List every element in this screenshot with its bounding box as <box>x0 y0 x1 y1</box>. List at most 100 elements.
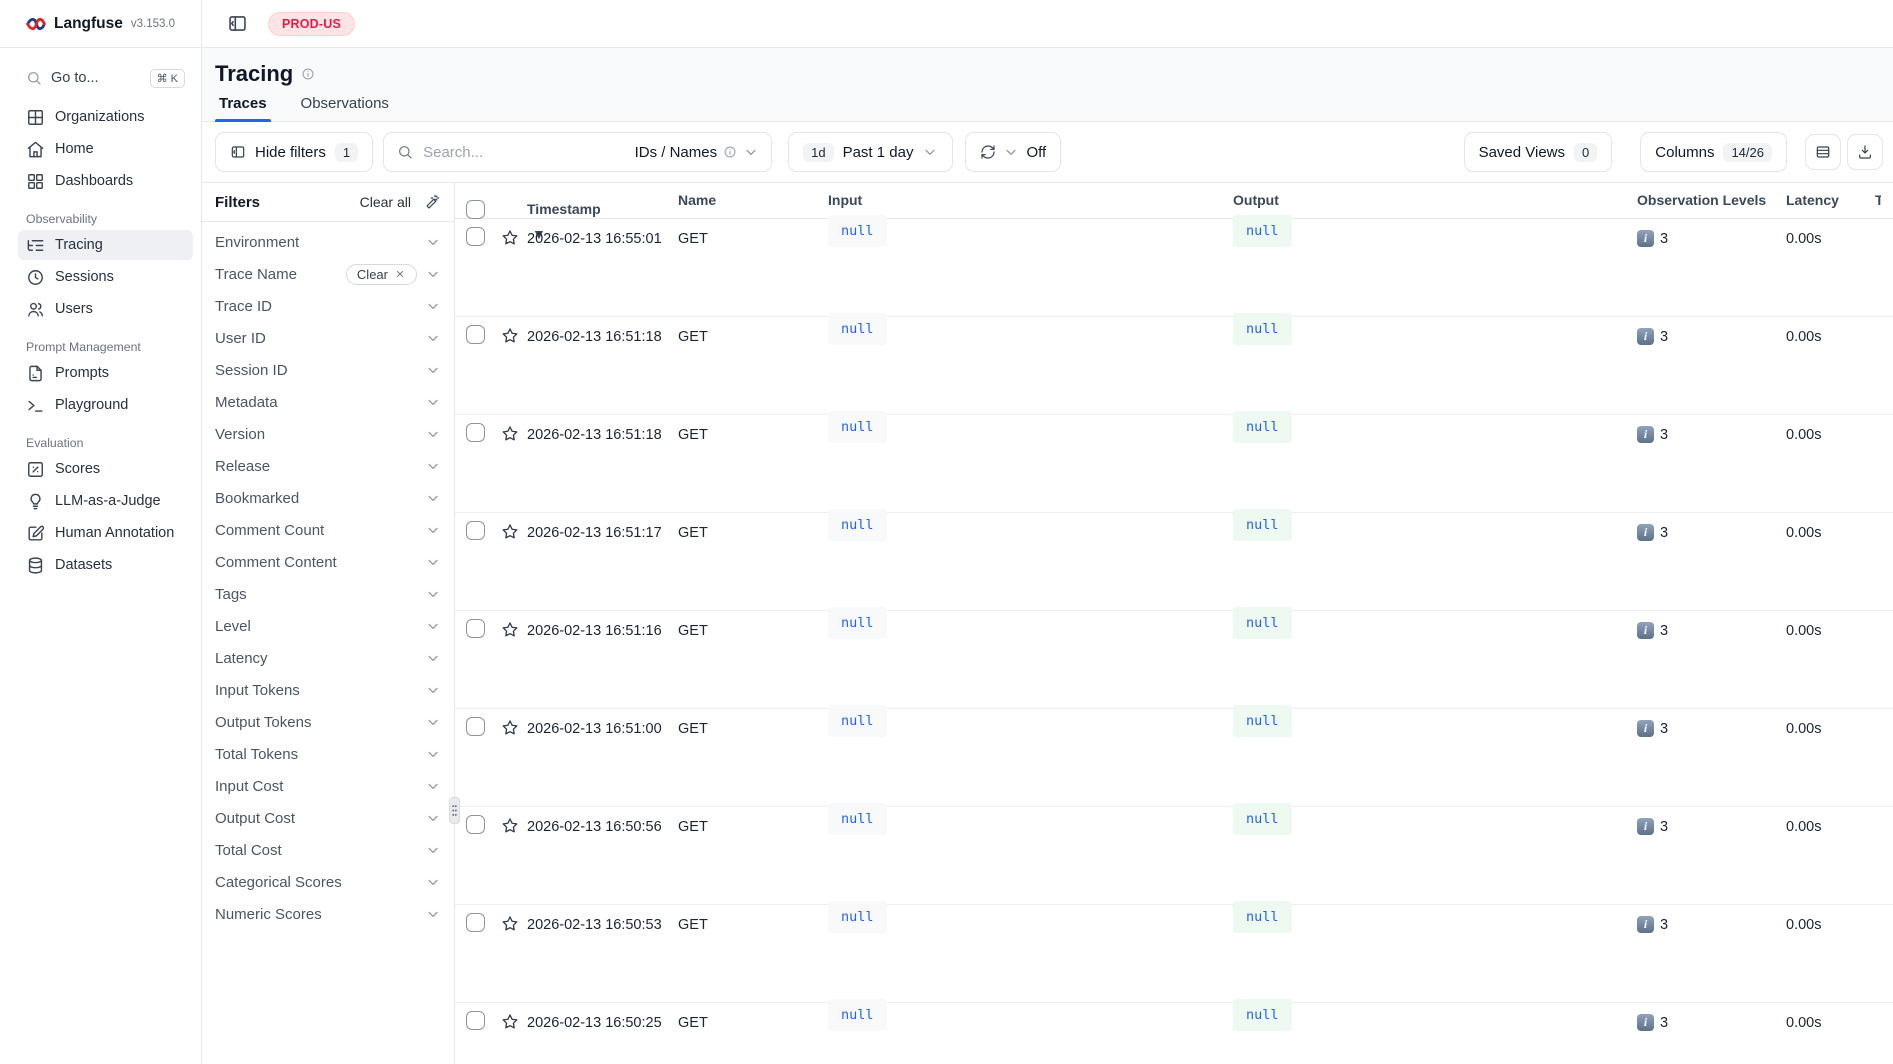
output-cell[interactable]: null <box>1233 513 1637 611</box>
column-header-output[interactable]: Output <box>1233 183 1637 208</box>
filter-row-environment[interactable]: Environment <box>202 226 454 258</box>
input-cell[interactable]: null <box>828 317 1233 415</box>
filter-row-output-tokens[interactable]: Output Tokens <box>202 706 454 738</box>
input-cell[interactable]: null <box>828 709 1233 807</box>
filter-row-tags[interactable]: Tags <box>202 578 454 610</box>
row-checkbox[interactable] <box>466 227 485 246</box>
column-header-observation-levels[interactable]: Observation Levels <box>1637 183 1786 208</box>
output-cell[interactable]: null <box>1233 415 1637 513</box>
row-checkbox[interactable] <box>466 521 485 540</box>
column-header-input[interactable]: Input <box>828 183 1233 208</box>
filter-row-trace-id[interactable]: Trace ID <box>202 290 454 322</box>
row-checkbox[interactable] <box>466 717 485 736</box>
select-all-checkbox[interactable] <box>466 200 485 219</box>
sidebar-item-dashboards[interactable]: Dashboards <box>18 166 193 196</box>
input-cell[interactable]: null <box>828 1003 1233 1064</box>
auto-refresh-button[interactable]: Off <box>965 132 1061 172</box>
table-row[interactable]: 2026-02-13 16:50:53 GET null null i 3 0.… <box>455 905 1893 1003</box>
wand-icon[interactable] <box>425 194 441 210</box>
filter-row-user-id[interactable]: User ID <box>202 322 454 354</box>
input-cell[interactable]: null <box>828 415 1233 513</box>
sidebar-item-sessions[interactable]: Sessions <box>18 262 193 292</box>
row-checkbox[interactable] <box>466 815 485 834</box>
sidebar-item-prompts[interactable]: Prompts <box>18 358 193 388</box>
filter-row-input-cost[interactable]: Input Cost <box>202 770 454 802</box>
sidebar-item-home[interactable]: Home <box>18 134 193 164</box>
sidebar-toggle-button[interactable] <box>222 9 252 39</box>
environment-badge[interactable]: PROD-US <box>268 12 355 36</box>
bookmark-star-icon[interactable] <box>500 620 520 640</box>
filter-row-trace-name[interactable]: Trace Name Clear <box>202 258 454 290</box>
output-cell[interactable]: null <box>1233 807 1637 905</box>
filter-row-input-tokens[interactable]: Input Tokens <box>202 674 454 706</box>
filter-row-categorical-scores[interactable]: Categorical Scores <box>202 866 454 898</box>
output-cell[interactable]: null <box>1233 709 1637 807</box>
search-box[interactable]: IDs / Names <box>383 132 772 172</box>
row-height-button[interactable] <box>1805 134 1841 170</box>
sidebar-item-human-annotation[interactable]: Human Annotation <box>18 518 193 548</box>
row-checkbox[interactable] <box>466 325 485 344</box>
filter-row-level[interactable]: Level <box>202 610 454 642</box>
bookmark-star-icon[interactable] <box>500 424 520 444</box>
table-row[interactable]: 2026-02-13 16:51:18 GET null null i 3 0.… <box>455 415 1893 513</box>
filter-row-metadata[interactable]: Metadata <box>202 386 454 418</box>
search-input[interactable] <box>423 144 624 161</box>
bookmark-star-icon[interactable] <box>500 718 520 738</box>
search-scope-selector[interactable]: IDs / Names <box>635 144 760 161</box>
row-checkbox[interactable] <box>466 913 485 932</box>
filter-row-session-id[interactable]: Session ID <box>202 354 454 386</box>
time-range-button[interactable]: 1d Past 1 day <box>788 132 953 172</box>
bookmark-star-icon[interactable] <box>500 816 520 836</box>
bookmark-star-icon[interactable] <box>500 1012 520 1032</box>
sidebar-item-llm-as-a-judge[interactable]: LLM-as-a-Judge <box>18 486 193 516</box>
export-button[interactable] <box>1847 134 1883 170</box>
sidebar-item-playground[interactable]: Playground <box>18 390 193 420</box>
sidebar-item-tracing[interactable]: Tracing <box>18 230 193 260</box>
row-checkbox[interactable] <box>466 1011 485 1030</box>
input-cell[interactable]: null <box>828 219 1233 317</box>
sidebar-item-users[interactable]: Users <box>18 294 193 324</box>
brand[interactable]: Langfuse v3.153.0 <box>0 0 201 48</box>
hide-filters-button[interactable]: Hide filters 1 <box>215 132 373 172</box>
input-cell[interactable]: null <box>828 611 1233 709</box>
filter-row-comment-count[interactable]: Comment Count <box>202 514 454 546</box>
output-cell[interactable]: null <box>1233 317 1637 415</box>
table-row[interactable]: 2026-02-13 16:51:18 GET null null i 3 0.… <box>455 317 1893 415</box>
table-row[interactable]: 2026-02-13 16:50:56 GET null null i 3 0.… <box>455 807 1893 905</box>
column-header-name[interactable]: Name <box>678 183 828 208</box>
filter-row-total-cost[interactable]: Total Cost <box>202 834 454 866</box>
table-row[interactable]: 2026-02-13 16:51:17 GET null null i 3 0.… <box>455 513 1893 611</box>
bookmark-star-icon[interactable] <box>500 228 520 248</box>
row-checkbox[interactable] <box>466 619 485 638</box>
clear-all-filters-button[interactable]: Clear all <box>360 194 411 210</box>
tab-traces[interactable]: Traces <box>215 89 271 121</box>
info-icon[interactable] <box>301 67 315 81</box>
table-row[interactable]: 2026-02-13 16:51:00 GET null null i 3 0.… <box>455 709 1893 807</box>
input-cell[interactable]: null <box>828 905 1233 1003</box>
goto-button[interactable]: Go to... ⌘ K <box>18 62 193 94</box>
output-cell[interactable]: null <box>1233 1003 1637 1064</box>
sidebar-item-organizations[interactable]: Organizations <box>18 102 193 132</box>
input-cell[interactable]: null <box>828 807 1233 905</box>
input-cell[interactable]: null <box>828 513 1233 611</box>
sidebar-item-scores[interactable]: Scores <box>18 454 193 484</box>
filter-row-output-cost[interactable]: Output Cost <box>202 802 454 834</box>
bookmark-star-icon[interactable] <box>500 326 520 346</box>
sidebar-item-datasets[interactable]: Datasets <box>18 550 193 580</box>
filter-row-total-tokens[interactable]: Total Tokens <box>202 738 454 770</box>
output-cell[interactable]: null <box>1233 905 1637 1003</box>
output-cell[interactable]: null <box>1233 611 1637 709</box>
bookmark-star-icon[interactable] <box>500 914 520 934</box>
column-header-latency[interactable]: Latency <box>1786 183 1875 208</box>
filter-row-bookmarked[interactable]: Bookmarked <box>202 482 454 514</box>
output-cell[interactable]: null <box>1233 219 1637 317</box>
filter-row-numeric-scores[interactable]: Numeric Scores <box>202 898 454 930</box>
filter-row-comment-content[interactable]: Comment Content <box>202 546 454 578</box>
filter-clear-chip[interactable]: Clear <box>346 264 417 285</box>
bookmark-star-icon[interactable] <box>500 522 520 542</box>
table-row[interactable]: 2026-02-13 16:55:01 GET null null i 3 0.… <box>455 219 1893 317</box>
tab-observations[interactable]: Observations <box>297 89 393 121</box>
filter-row-latency[interactable]: Latency <box>202 642 454 674</box>
columns-button[interactable]: Columns 14/26 <box>1640 132 1787 172</box>
filter-row-version[interactable]: Version <box>202 418 454 450</box>
